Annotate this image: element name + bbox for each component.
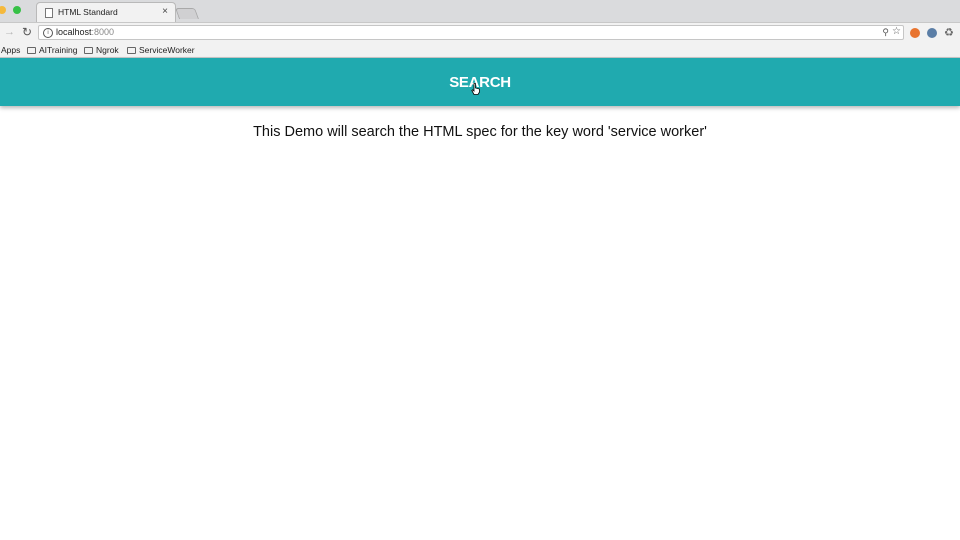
star-icon[interactable]: ☆ bbox=[892, 26, 901, 37]
recycle-icon[interactable]: ♻ bbox=[944, 26, 954, 39]
close-icon[interactable]: × bbox=[162, 6, 168, 18]
bookmark-ngrok[interactable]: Ngrok bbox=[84, 45, 119, 55]
info-icon[interactable]: i bbox=[43, 28, 53, 38]
bookmark-label: ServiceWorker bbox=[139, 45, 195, 55]
pointer-cursor-icon bbox=[471, 83, 480, 95]
reload-icon[interactable]: ↻ bbox=[22, 25, 32, 39]
browser-tab[interactable]: HTML Standard × bbox=[36, 2, 176, 22]
bookmark-apps[interactable]: Apps bbox=[1, 45, 20, 55]
browser-tab-strip: HTML Standard × bbox=[0, 0, 960, 22]
forward-icon[interactable]: → bbox=[4, 26, 15, 38]
app-header-bar: SEARCH bbox=[0, 58, 960, 106]
url-host: localhost bbox=[56, 27, 92, 37]
address-bar[interactable]: i localhost:8000 ⚲ ☆ bbox=[38, 25, 904, 40]
url-text: localhost:8000 bbox=[56, 27, 114, 37]
url-port: :8000 bbox=[91, 27, 115, 37]
extension-icon[interactable] bbox=[927, 28, 937, 38]
search-button[interactable]: SEARCH bbox=[420, 70, 540, 94]
browser-toolbar: → ↻ i localhost:8000 ⚲ ☆ ♻ bbox=[0, 22, 960, 43]
extension-icon[interactable] bbox=[910, 28, 920, 38]
zoom-window-button[interactable] bbox=[13, 6, 21, 14]
bookmark-label: AITraining bbox=[39, 45, 78, 55]
bookmark-label: Ngrok bbox=[96, 45, 119, 55]
new-tab-button[interactable] bbox=[174, 8, 200, 19]
folder-icon bbox=[127, 47, 136, 54]
folder-icon bbox=[84, 47, 93, 54]
bookmark-aitraining[interactable]: AITraining bbox=[27, 45, 77, 55]
zoom-icon[interactable]: ⚲ bbox=[882, 27, 889, 38]
demo-description: This Demo will search the HTML spec for … bbox=[253, 124, 707, 140]
doc-icon bbox=[45, 8, 53, 18]
bookmarks-bar: Apps AITraining Ngrok ServiceWorker bbox=[0, 43, 960, 58]
tab-title: HTML Standard bbox=[58, 7, 118, 17]
folder-icon bbox=[27, 47, 36, 54]
minimize-window-button[interactable] bbox=[0, 6, 6, 14]
bookmark-serviceworker[interactable]: ServiceWorker bbox=[127, 45, 195, 55]
